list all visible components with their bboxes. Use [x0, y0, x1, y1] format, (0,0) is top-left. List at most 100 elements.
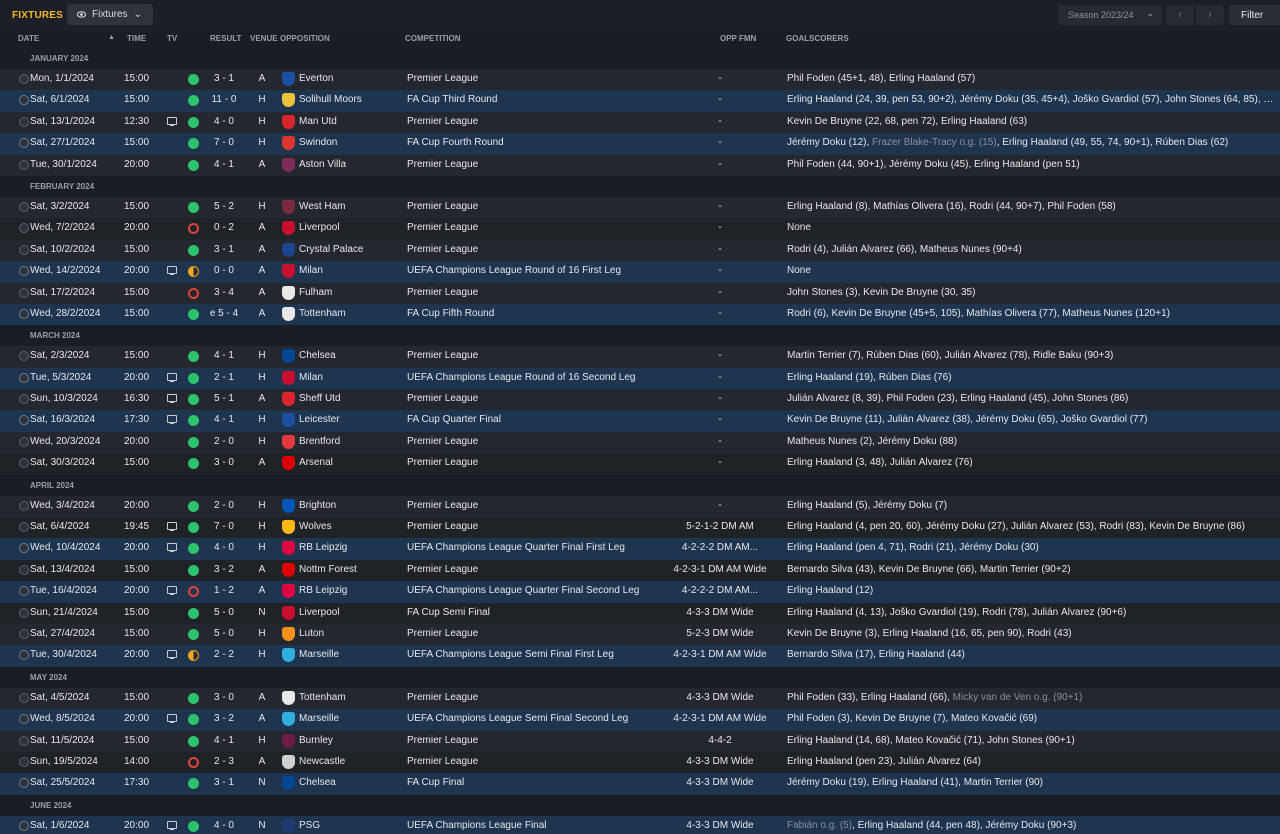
opposition-link[interactable]: Milan — [299, 372, 323, 383]
fixture-row[interactable]: Sat, 10/2/2024 15:00 3 - 1 A Crystal Palace P… — [0, 239, 1280, 262]
opposition-link[interactable]: Milan — [299, 265, 323, 276]
competition-link[interactable]: UEFA Champions League Quarter Final Firs… — [407, 542, 625, 553]
opposition-link[interactable]: Newcastle — [299, 756, 345, 767]
opposition-link[interactable]: Liverpool — [299, 607, 340, 618]
fixture-score[interactable]: e 5 - 4 — [204, 308, 244, 319]
fixture-row[interactable]: Wed, 8/5/2024 20:00 3 - 2 A Marseille UEFA Ch… — [0, 709, 1280, 731]
fixture-score[interactable]: 4 - 0 — [204, 820, 244, 831]
fixture-score[interactable]: 0 - 2 — [204, 222, 244, 233]
competition-link[interactable]: Premier League — [407, 436, 478, 447]
column-header-opposition[interactable]: OPPOSITION — [280, 34, 330, 43]
opposition-link[interactable]: Sheff Utd — [299, 393, 341, 404]
fixture-row[interactable]: Tue, 16/4/2024 20:00 1 - 2 A RB Leipzig UEFA … — [0, 581, 1280, 603]
fixture-score[interactable]: 3 - 1 — [204, 73, 244, 84]
competition-link[interactable]: Premier League — [407, 201, 478, 212]
fixture-score[interactable]: 3 - 0 — [204, 457, 244, 468]
fixture-row[interactable]: Sun, 10/3/2024 16:30 5 - 1 A Sheff Utd Premie… — [0, 389, 1280, 411]
opposition-link[interactable]: Marseille — [299, 713, 339, 724]
fixture-row[interactable]: Sat, 2/3/2024 15:00 4 - 1 H Chelsea Premier L… — [0, 346, 1280, 368]
fixture-score[interactable]: 4 - 1 — [204, 414, 244, 425]
column-header-opp-fmn[interactable]: OPP FMN — [720, 34, 756, 43]
competition-link[interactable]: FA Cup Third Round — [407, 94, 497, 105]
competition-link[interactable]: UEFA Champions League Semi Final Second … — [407, 713, 628, 724]
fixture-row[interactable]: Sat, 6/4/2024 19:45 7 - 0 H Wolves Premier Le… — [0, 517, 1280, 539]
fixture-row[interactable]: Wed, 28/2/2024 15:00 e 5 - 4 A Tottenham FA C… — [0, 303, 1280, 326]
fixture-score[interactable]: 2 - 0 — [204, 500, 244, 511]
column-header-tv[interactable]: TV — [167, 34, 177, 43]
fixture-row[interactable]: Wed, 20/3/2024 20:00 2 - 0 H Brentford Premie… — [0, 431, 1280, 454]
opposition-link[interactable]: Swindon — [299, 137, 337, 148]
fixture-row[interactable]: Tue, 5/3/2024 20:00 2 - 1 H Milan UEFA Champi… — [0, 367, 1280, 390]
opposition-link[interactable]: Tottenham — [299, 692, 346, 703]
opposition-link[interactable]: Arsenal — [299, 457, 333, 468]
competition-link[interactable]: FA Cup Fourth Round — [407, 137, 504, 148]
competition-link[interactable]: Premier League — [407, 287, 478, 298]
competition-link[interactable]: Premier League — [407, 393, 478, 404]
opposition-link[interactable]: RB Leipzig — [299, 585, 347, 596]
fixture-score[interactable]: 4 - 1 — [204, 159, 244, 170]
opposition-link[interactable]: Fulham — [299, 287, 332, 298]
competition-link[interactable]: UEFA Champions League Semi Final First L… — [407, 649, 614, 660]
fixture-score[interactable]: 5 - 0 — [204, 628, 244, 639]
fixture-score[interactable]: 2 - 0 — [204, 436, 244, 447]
fixture-row[interactable]: Sat, 3/2/2024 15:00 5 - 2 H West Ham Premier … — [0, 196, 1280, 219]
fixture-score[interactable]: 2 - 2 — [204, 649, 244, 660]
competition-link[interactable]: Premier League — [407, 350, 478, 361]
fixture-score[interactable]: 3 - 0 — [204, 692, 244, 703]
fixture-row[interactable]: Wed, 7/2/2024 20:00 0 - 2 A Liverpool Premier… — [0, 218, 1280, 240]
fixture-row[interactable]: Sat, 6/1/2024 15:00 11 - 0 H Solihull Moors F… — [0, 90, 1280, 112]
fixture-row[interactable]: Sat, 30/3/2024 15:00 3 - 0 A Arsenal Premier … — [0, 453, 1280, 475]
fixture-score[interactable]: 5 - 2 — [204, 201, 244, 212]
competition-link[interactable]: FA Cup Final — [407, 777, 464, 788]
fixture-row[interactable]: Sat, 27/4/2024 15:00 5 - 0 H Luton Premier Le… — [0, 623, 1280, 646]
fixture-row[interactable]: Sat, 13/1/2024 12:30 4 - 0 H Man Utd Premier … — [0, 111, 1280, 134]
fixture-row[interactable]: Sat, 4/5/2024 15:00 3 - 0 A Tottenham Premier… — [0, 687, 1280, 710]
competition-link[interactable]: Premier League — [407, 500, 478, 511]
column-header-result[interactable]: RESULT — [210, 34, 241, 43]
fixture-row[interactable]: Sat, 11/5/2024 15:00 4 - 1 H Burnley Premier … — [0, 730, 1280, 752]
fixture-score[interactable]: 3 - 4 — [204, 287, 244, 298]
opposition-link[interactable]: Solihull Moors — [299, 94, 362, 105]
filter-button[interactable]: Filter — [1229, 5, 1280, 25]
competition-link[interactable]: UEFA Champions League Round of 16 First … — [407, 265, 621, 276]
competition-link[interactable]: FA Cup Quarter Final — [407, 414, 501, 425]
season-selector[interactable]: Season 2023/24 ⌄ — [1058, 5, 1162, 25]
fixture-row[interactable]: Tue, 30/1/2024 20:00 4 - 1 A Aston Villa Prem… — [0, 154, 1280, 176]
competition-link[interactable]: Premier League — [407, 756, 478, 767]
competition-link[interactable]: Premier League — [407, 457, 478, 468]
next-season-button[interactable]: › — [1196, 5, 1224, 25]
fixture-row[interactable]: Sun, 19/5/2024 14:00 2 - 3 A Newcastle Premie… — [0, 751, 1280, 774]
opposition-link[interactable]: Nottm Forest — [299, 564, 357, 575]
column-header-goalscorers[interactable]: GOALSCORERS — [786, 34, 849, 43]
fixture-score[interactable]: 5 - 1 — [204, 393, 244, 404]
fixture-score[interactable]: 3 - 2 — [204, 564, 244, 575]
fixture-row[interactable]: Sat, 13/4/2024 15:00 3 - 2 A Nottm Forest Pre… — [0, 559, 1280, 582]
competition-link[interactable]: FA Cup Semi Final — [407, 607, 490, 618]
competition-link[interactable]: Premier League — [407, 628, 478, 639]
fixture-row[interactable]: Sat, 17/2/2024 15:00 3 - 4 A Fulham Premier L… — [0, 282, 1280, 304]
column-header-competition[interactable]: COMPETITION — [405, 34, 461, 43]
opposition-link[interactable]: Burnley — [299, 735, 333, 746]
opposition-link[interactable]: Crystal Palace — [299, 244, 363, 255]
competition-link[interactable]: Premier League — [407, 692, 478, 703]
opposition-link[interactable]: Liverpool — [299, 222, 340, 233]
fixture-row[interactable]: Sat, 27/1/2024 15:00 7 - 0 H Swindon FA Cup F… — [0, 133, 1280, 155]
fixture-score[interactable]: 4 - 1 — [204, 350, 244, 361]
competition-link[interactable]: UEFA Champions League Quarter Final Seco… — [407, 585, 639, 596]
fixture-score[interactable]: 4 - 0 — [204, 542, 244, 553]
competition-link[interactable]: Premier League — [407, 564, 478, 575]
fixture-row[interactable]: Wed, 14/2/2024 20:00 0 - 0 A Milan UEFA Champ… — [0, 261, 1280, 283]
column-header-time[interactable]: TIME — [127, 34, 146, 43]
fixture-score[interactable]: 7 - 0 — [204, 521, 244, 532]
opposition-link[interactable]: Brighton — [299, 500, 336, 511]
fixture-score[interactable]: 3 - 1 — [204, 244, 244, 255]
competition-link[interactable]: Premier League — [407, 73, 478, 84]
previous-season-button[interactable]: ‹ — [1166, 5, 1194, 25]
opposition-link[interactable]: Tottenham — [299, 308, 346, 319]
opposition-link[interactable]: Brentford — [299, 436, 340, 447]
opposition-link[interactable]: PSG — [299, 820, 320, 831]
column-header-venue[interactable]: VENUE — [250, 34, 278, 43]
fixture-score[interactable]: 1 - 2 — [204, 585, 244, 596]
opposition-link[interactable]: Leicester — [299, 414, 340, 425]
opposition-link[interactable]: West Ham — [299, 201, 346, 212]
